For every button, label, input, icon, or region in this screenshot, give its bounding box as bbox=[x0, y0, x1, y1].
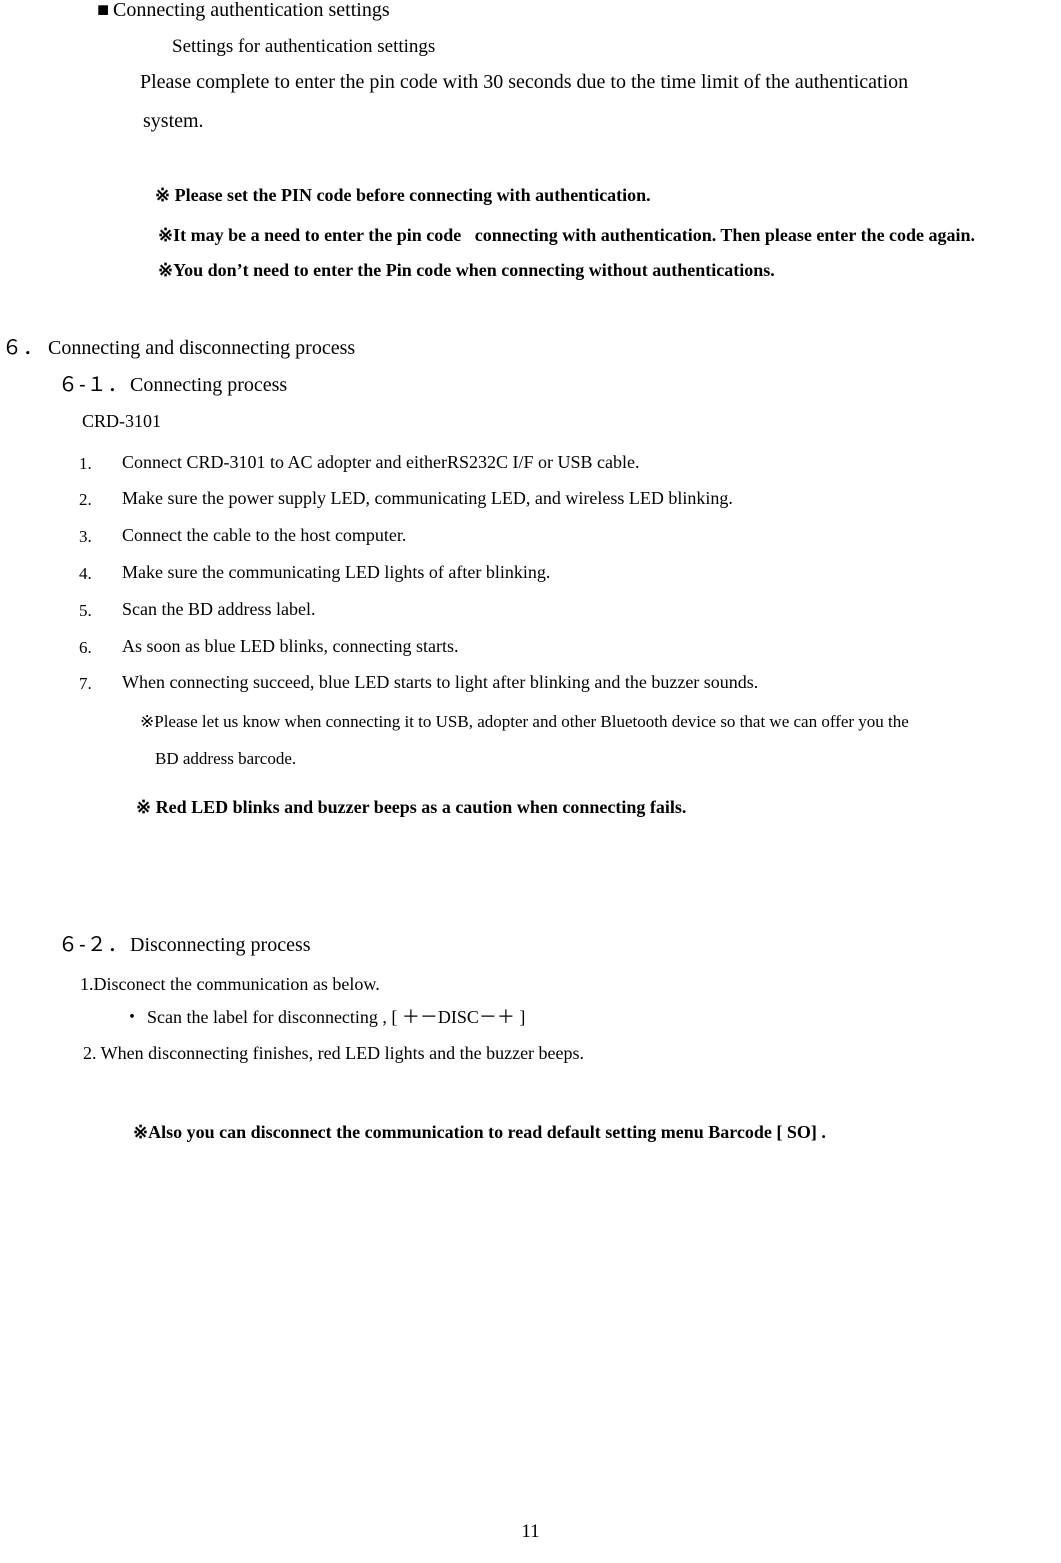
step-number-4: 4. bbox=[79, 564, 92, 583]
step-number-3: 3. bbox=[79, 527, 92, 546]
step-number-5: 5. bbox=[79, 601, 92, 620]
step-text-2: Make sure the power supply LED, communic… bbox=[122, 488, 733, 508]
section-6-2-title: Disconnecting process bbox=[130, 934, 311, 956]
auth-heading-bullet-icon: ■ bbox=[97, 0, 110, 21]
step-text-3: Connect the cable to the host computer. bbox=[122, 525, 407, 545]
disconnect-bullet-text: Scan the label for disconnecting , [ ＋－D… bbox=[147, 1007, 526, 1027]
auth-paragraph-line-1: Please complete to enter the pin code wi… bbox=[140, 71, 909, 93]
section-6-2-number: ６‐２． bbox=[58, 934, 129, 956]
auth-notice-3: ※You don’t need to enter the Pin code wh… bbox=[158, 260, 775, 280]
step-note-line-1: ※Please let us know when connecting it t… bbox=[140, 712, 909, 731]
disconnect-step-1: 1.Disconect the communication as below. bbox=[80, 974, 380, 994]
disconnect-bullet-icon: ・ bbox=[123, 1007, 141, 1027]
step-number-2: 2. bbox=[79, 490, 92, 509]
auth-paragraph-line-2: system. bbox=[143, 110, 204, 132]
auth-notice-2: ※It may be a need to enter the pin code … bbox=[158, 225, 976, 245]
step-note-line-2: BD address barcode. bbox=[155, 749, 297, 768]
document-page: ■ Connecting authentication settings Set… bbox=[0, 0, 1061, 1563]
section-6-1-title: Connecting process bbox=[130, 374, 288, 396]
disconnect-step-2: 2. When disconnecting finishes, red LED … bbox=[83, 1043, 585, 1063]
disconnect-final-note: ※Also you can disconnect the communicati… bbox=[133, 1122, 826, 1142]
step-text-5: Scan the BD address label. bbox=[122, 599, 316, 619]
step-text-1: Connect CRD‐3101 to AC adopter and eithe… bbox=[122, 452, 640, 472]
auth-subheading: Settings for authentication settings bbox=[172, 36, 436, 57]
step-text-7: When connecting succeed, blue LED starts… bbox=[122, 672, 759, 692]
page-number: 11 bbox=[521, 1521, 540, 1542]
section-6-1-number: ６‐１． bbox=[58, 374, 129, 396]
auth-heading: Connecting authentication settings bbox=[113, 0, 390, 21]
connect-fail-caution: ※ Red LED blinks and buzzer beeps as a c… bbox=[136, 797, 687, 817]
section-6-number: ６． bbox=[2, 337, 44, 359]
auth-notice-1: ※ Please set the PIN code before connect… bbox=[155, 185, 651, 205]
section-6-title: Connecting and disconnecting process bbox=[48, 337, 356, 359]
step-text-6: As soon as blue LED blinks, connecting s… bbox=[122, 636, 459, 656]
step-text-4: Make sure the communicating LED lights o… bbox=[122, 562, 551, 582]
step-number-1: 1. bbox=[79, 454, 92, 473]
model-name: CRD‐3101 bbox=[82, 411, 162, 431]
step-number-7: 7. bbox=[79, 674, 92, 693]
step-number-6: 6. bbox=[79, 638, 92, 657]
